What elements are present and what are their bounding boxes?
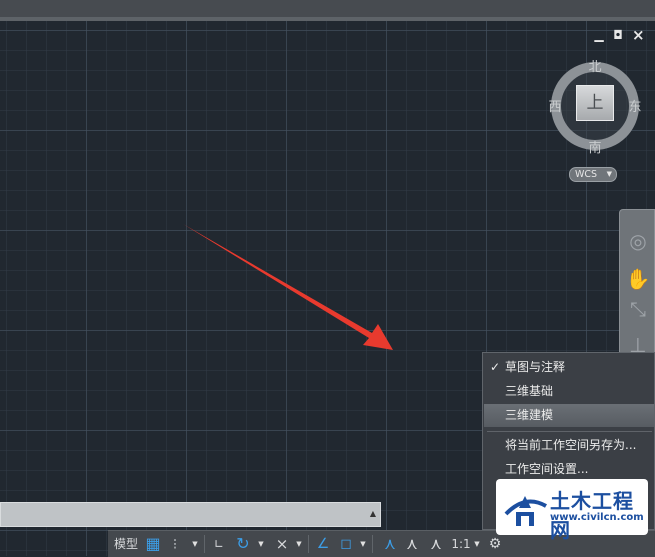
status-separator (308, 535, 309, 553)
menu-item-drafting-annotation[interactable]: ✓ 草图与注释 (484, 356, 654, 379)
grid-icon[interactable]: ▦ (144, 531, 162, 557)
menu-item-3d-basics[interactable]: 三维基础 (484, 380, 654, 403)
status-separator (372, 535, 373, 553)
ortho-icon[interactable]: ∟ (210, 531, 228, 557)
annotation-scale-value[interactable]: 1:1 (450, 531, 472, 557)
status-separator (204, 535, 205, 553)
polar-tracking-icon[interactable]: ↻ (232, 531, 254, 557)
menu-item-3d-modeling[interactable]: 三维建模 (484, 404, 654, 427)
menu-item-label: 工作空间设置... (505, 462, 589, 476)
annotation-scale-icon[interactable]: ⋏ (426, 531, 446, 557)
snap-dropdown-icon[interactable]: ▼ (190, 531, 200, 557)
chevron-up-icon[interactable]: ▲ (370, 509, 376, 518)
menu-item-label: 三维建模 (505, 408, 554, 422)
watermark-logo: 土木工程网 www.civilcn.com (496, 479, 648, 542)
civilcn-logo-icon (504, 496, 547, 526)
auto-scale-icon[interactable]: ⋏ (402, 531, 422, 557)
osnap-tracking-dropdown-icon[interactable]: ▼ (294, 531, 304, 557)
osnap-dropdown-icon[interactable]: ▼ (358, 531, 368, 557)
watermark-url: www.civilcn.com (550, 512, 644, 523)
snap-icon[interactable]: ⁝ (166, 531, 184, 557)
menu-item-workspace-settings[interactable]: 工作空间设置... (484, 458, 654, 481)
polar-dropdown-icon[interactable]: ▼ (256, 531, 266, 557)
menu-item-save-workspace-as[interactable]: 将当前工作空间另存为... (484, 434, 654, 457)
model-tab[interactable]: 模型 (112, 531, 140, 557)
object-snap-tracking-icon[interactable]: ⨯ (272, 531, 292, 557)
annotation-visibility-icon[interactable]: ⋏ (380, 531, 400, 557)
object-snap-icon[interactable]: ◻ (336, 531, 356, 557)
checkmark-icon: ✓ (490, 360, 501, 374)
menu-item-label: 三维基础 (505, 384, 554, 398)
dynamic-ucs-icon[interactable]: ∠ (314, 531, 332, 557)
menu-item-label: 将当前工作空间另存为... (505, 438, 637, 452)
menu-separator (487, 431, 652, 432)
menu-item-label: 草图与注释 (505, 360, 566, 374)
command-line[interactable]: ▲ (0, 502, 381, 527)
scale-dropdown-icon[interactable]: ▼ (472, 531, 482, 557)
